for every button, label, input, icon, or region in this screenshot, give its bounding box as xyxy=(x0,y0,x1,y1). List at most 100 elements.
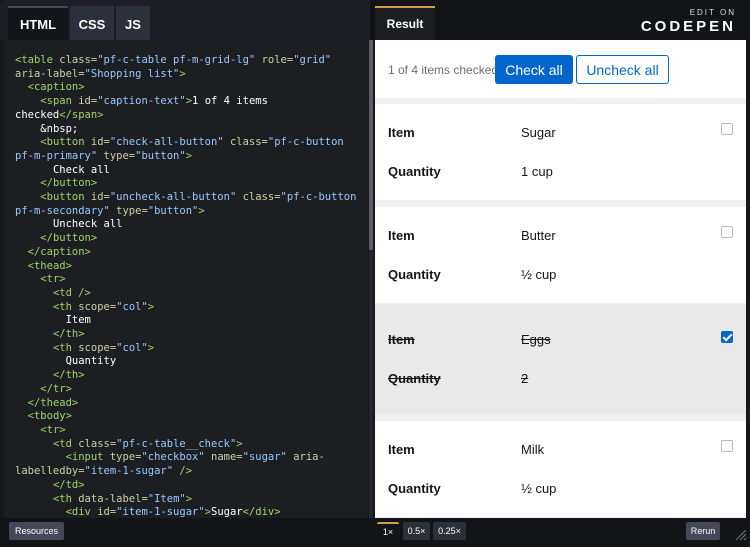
tab-result[interactable]: Result xyxy=(375,6,435,40)
code-token: <th xyxy=(52,300,79,313)
code-token: <td xyxy=(52,437,79,450)
code-token: &nbsp; xyxy=(15,122,79,135)
code-token: <tbody> xyxy=(27,410,72,423)
tab-css[interactable]: CSS xyxy=(70,6,114,40)
code-token: Sugar xyxy=(211,506,243,518)
code-token: "check-all-button" xyxy=(109,136,230,149)
row-checkbox[interactable] xyxy=(721,226,733,238)
code-token: type= xyxy=(109,451,142,464)
code-token: "uncheck-all-button" xyxy=(109,191,243,204)
codepen-window: HTML CSS JS Result EDIT ON CODEPEN <tabl… xyxy=(0,0,750,547)
tab-js[interactable]: JS xyxy=(116,6,150,40)
code-token: pf-m-primary" xyxy=(15,149,104,162)
quantity-label: Quantity xyxy=(388,164,441,179)
html-code-editor[interactable]: <table class="pf-c-table pf-m-grid-lg" r… xyxy=(4,40,368,518)
item-label: Item xyxy=(388,442,415,457)
quantity-value: ½ cup xyxy=(521,267,557,282)
code-token: </span> xyxy=(59,108,104,121)
code-token: class= xyxy=(242,191,281,204)
code-token: </th> xyxy=(52,369,85,382)
uncheck-all-button[interactable]: Uncheck all xyxy=(576,55,669,84)
zoom-half-button[interactable]: 0.5× xyxy=(403,522,430,540)
code-token: > xyxy=(179,67,186,80)
code-token: id= xyxy=(97,506,117,518)
code-token: "pf-c-button xyxy=(280,191,357,204)
code-token: class= xyxy=(59,54,98,66)
code-token: pf-m-secondary" xyxy=(15,204,117,217)
code-token: </button> xyxy=(40,177,98,190)
code-token: name= xyxy=(211,451,243,464)
quantity-label: Quantity xyxy=(388,371,441,386)
rerun-button[interactable]: Rerun xyxy=(686,522,720,540)
code-token: "button" xyxy=(147,204,199,217)
item-label: Item xyxy=(388,125,415,140)
codepen-logo[interactable]: EDIT ON CODEPEN xyxy=(641,8,736,35)
code-token: type= xyxy=(116,204,148,217)
code-token: <span xyxy=(40,95,79,108)
code-token: </tr> xyxy=(40,382,72,395)
logo-bottom-text: CODEPEN xyxy=(640,18,736,35)
logo-top-text: EDIT ON xyxy=(689,8,736,17)
code-token: scope= xyxy=(78,300,117,313)
code-token: role= xyxy=(261,54,294,66)
resources-button[interactable]: Resources xyxy=(9,522,65,540)
code-token: "pf-c-table__check" xyxy=(116,437,237,450)
code-token: id= xyxy=(78,95,98,108)
item-value: Sugar xyxy=(521,125,556,140)
quantity-value: 1 cup xyxy=(521,164,553,179)
code-content: <table class="pf-c-table pf-m-grid-lg" r… xyxy=(15,54,358,518)
code-token: > xyxy=(185,149,193,162)
code-token: <table xyxy=(15,54,60,66)
code-scrollbar[interactable] xyxy=(369,40,373,518)
code-token: <tr> xyxy=(40,273,66,286)
row-checkbox-checked[interactable] xyxy=(721,331,733,343)
code-token: "button" xyxy=(135,149,186,162)
code-token: scope= xyxy=(78,341,117,354)
code-token: class= xyxy=(78,437,117,450)
quantity-label: Quantity xyxy=(388,267,441,282)
code-token: <tr> xyxy=(40,423,66,436)
result-preview: 1 of 4 items checked Check all Uncheck a… xyxy=(375,40,746,518)
code-token: "col" xyxy=(116,341,148,354)
tab-html[interactable]: HTML xyxy=(8,6,68,40)
code-token: data-label= xyxy=(78,492,148,505)
code-token: <button xyxy=(40,191,91,204)
code-token: Uncheck all xyxy=(15,218,123,231)
item-label: Item xyxy=(388,228,415,243)
code-token: "sugar" xyxy=(242,451,294,464)
check-all-button[interactable]: Check all xyxy=(495,55,573,84)
row-checkbox[interactable] xyxy=(721,123,733,135)
code-token: "col" xyxy=(116,300,148,313)
item-value: Eggs xyxy=(521,332,551,347)
code-token: > xyxy=(198,204,205,217)
code-token: </div> xyxy=(242,506,281,518)
bottom-bar xyxy=(0,518,750,547)
zoom-1x-button[interactable]: 1× xyxy=(377,522,399,540)
code-token: "Item" xyxy=(147,492,186,505)
resize-handle-icon[interactable] xyxy=(735,529,746,540)
code-token: <thead> xyxy=(27,259,72,272)
zoom-quarter-button[interactable]: 0.25× xyxy=(433,522,466,540)
code-token: <th xyxy=(52,492,79,505)
row-checkbox[interactable] xyxy=(721,440,733,452)
quantity-label: Quantity xyxy=(388,481,441,496)
code-token: "Shopping list" xyxy=(84,67,180,80)
code-scrollbar-thumb[interactable] xyxy=(369,40,373,250)
code-token: id= xyxy=(90,136,110,149)
item-value: Milk xyxy=(521,442,545,457)
code-token: /> xyxy=(179,465,193,478)
code-token: aria-label= xyxy=(15,67,85,80)
